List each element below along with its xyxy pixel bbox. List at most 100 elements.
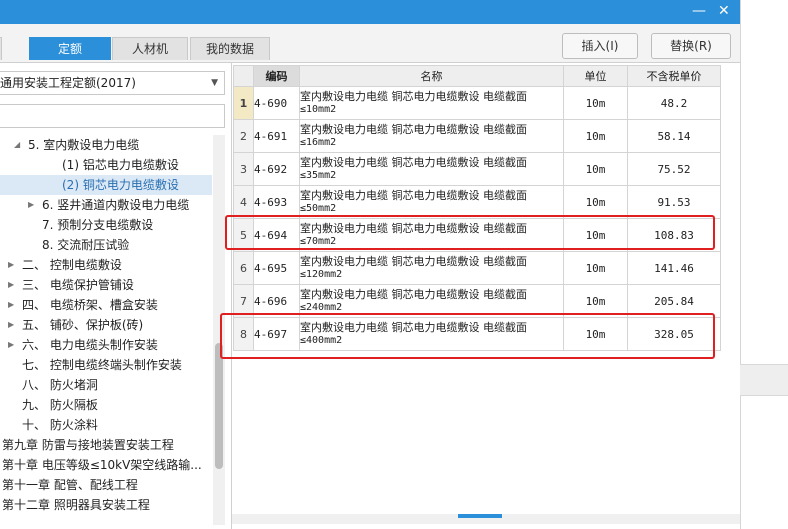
price-cell[interactable]: 58.14 xyxy=(627,119,721,153)
column-header-price[interactable]: 不含税单价 xyxy=(627,65,721,87)
tree-node[interactable]: 九、 防火隔板 xyxy=(0,395,212,415)
unit-cell[interactable]: 10m xyxy=(563,119,628,153)
horizontal-scrollbar[interactable] xyxy=(232,514,740,524)
tree-node[interactable]: ▶ 五、 铺砂、保护板(砖) xyxy=(0,315,212,335)
library-select-value: 通用安装工程定额(2017) xyxy=(0,76,136,90)
column-header-code[interactable]: 编码 xyxy=(253,65,300,87)
background-panel xyxy=(740,0,788,529)
tree-node[interactable]: ▶ 六、 电力电缆头制作安装 xyxy=(0,335,212,355)
tree-node[interactable]: 八、 防火堵洞 xyxy=(0,375,212,395)
replace-button[interactable]: 替换(R) xyxy=(651,33,731,59)
tree-node-label: 第九章 防雷与接地装置安装工程 xyxy=(2,438,174,452)
tree-node-label: 八、 防火堵洞 xyxy=(22,378,98,392)
tab-my-data[interactable]: 我的数据 xyxy=(190,37,270,60)
tree-node[interactable]: 七、 控制电缆终端头制作安装 xyxy=(0,355,212,375)
search-input[interactable] xyxy=(0,104,225,128)
tree-node[interactable]: (2) 铜芯电力电缆敷设 xyxy=(0,175,212,195)
tree-collapse-icon[interactable]: ◢ xyxy=(14,135,20,155)
name-cell[interactable]: 室内敷设电力电缆 铜芯电力电缆敷设 电缆截面 ≤16mm2 xyxy=(299,119,564,153)
code-cell[interactable]: 4-690 xyxy=(253,86,300,120)
unit-cell[interactable]: 10m xyxy=(563,185,628,219)
name-cell[interactable]: 室内敷设电力电缆 铜芯电力电缆敷设 电缆截面 ≤10mm2 xyxy=(299,86,564,120)
tree-node[interactable]: 第十章 电压等级≤10kV架空线路输... xyxy=(0,455,212,475)
price-cell[interactable]: 91.53 xyxy=(627,185,721,219)
code-cell[interactable]: 4-693 xyxy=(253,185,300,219)
tree-node-label: 二、 控制电缆敷设 xyxy=(22,258,122,272)
tree-node[interactable]: 第十二章 照明器具安装工程 xyxy=(0,495,212,515)
highlight-box-row-8 xyxy=(220,313,715,359)
close-icon[interactable]: ✕ xyxy=(718,3,730,19)
unit-cell[interactable]: 10m xyxy=(563,251,628,285)
tree-node-label: 7. 预制分支电缆敷设 xyxy=(42,218,154,232)
quota-library-panel: 通用安装工程定额(2017) ▼ ◢ 5. 室内敷设电力电缆 (1) 铝芯电力电缆敷… xyxy=(0,63,232,529)
tree-node-label: (1) 铝芯电力电缆敷设 xyxy=(62,158,179,172)
column-header-name[interactable]: 名称 xyxy=(299,65,564,87)
price-cell[interactable]: 141.46 xyxy=(627,251,721,285)
unit-cell[interactable]: 10m xyxy=(563,86,628,120)
chapter-tree: ◢ 5. 室内敷设电力电缆 (1) 铝芯电力电缆敷设 (2) 铜芯电力电缆敷设 ▶ 6. … xyxy=(0,135,212,525)
insert-button[interactable]: 插入(I) xyxy=(562,33,638,59)
name-cell[interactable]: 室内敷设电力电缆 铜芯电力电缆敷设 电缆截面 ≤50mm2 xyxy=(299,185,564,219)
code-cell[interactable]: 4-691 xyxy=(253,119,300,153)
tree-node[interactable]: ▶ 四、 电缆桥架、槽盒安装 xyxy=(0,295,212,315)
row-number[interactable]: 1 xyxy=(233,86,254,120)
tree-node[interactable]: 7. 预制分支电缆敷设 xyxy=(0,215,212,235)
tree-node[interactable]: 8. 交流耐压试验 xyxy=(0,235,212,255)
tree-expand-icon[interactable]: ▶ xyxy=(8,295,14,315)
tree-expand-icon[interactable]: ▶ xyxy=(28,195,34,215)
tree-node[interactable]: 十、 防火涂料 xyxy=(0,415,212,435)
tree-node[interactable]: ▶ 6. 竖井通道内敷设电力电缆 xyxy=(0,195,212,215)
chevron-down-icon[interactable]: ▼ xyxy=(211,72,218,94)
tree-node-label: 6. 竖井通道内敷设电力电缆 xyxy=(42,198,190,212)
scroll-indicator[interactable] xyxy=(458,514,502,518)
tree-node[interactable]: ▶ 三、 电缆保护管铺设 xyxy=(0,275,212,295)
tree-expand-icon[interactable]: ▶ xyxy=(8,275,14,295)
tree-node-label: 三、 电缆保护管铺设 xyxy=(22,278,134,292)
row-number[interactable]: 6 xyxy=(233,251,254,285)
price-cell[interactable]: 75.52 xyxy=(627,152,721,186)
tab-quota[interactable]: 定额 xyxy=(29,37,111,60)
tree-node-label: 五、 铺砂、保护板(砖) xyxy=(22,318,144,332)
tree-node-label: 8. 交流耐压试验 xyxy=(42,238,130,252)
table-row[interactable]: 1 4-690 室内敷设电力电缆 铜芯电力电缆敷设 电缆截面 ≤10mm2 10m 48.… xyxy=(233,86,721,120)
tree-node-label: (2) 铜芯电力电缆敷设 xyxy=(62,178,179,192)
minimize-icon[interactable]: — xyxy=(692,3,706,19)
table-header: 编码 名称 单位 不含税单价 xyxy=(233,65,721,87)
column-header-unit[interactable]: 单位 xyxy=(563,65,628,87)
tree-node-label: 第十二章 照明器具安装工程 xyxy=(2,498,150,512)
table-row[interactable]: 2 4-691 室内敷设电力电缆 铜芯电力电缆敷设 电缆截面 ≤16mm2 10m 58.… xyxy=(233,119,721,153)
tree-node[interactable]: ▶ 二、 控制电缆敷设 xyxy=(0,255,212,275)
row-number[interactable]: 2 xyxy=(233,119,254,153)
table-row[interactable]: 6 4-695 室内敷设电力电缆 铜芯电力电缆敷设 电缆截面 ≤120mm2 10m 14… xyxy=(233,251,721,285)
tree-node-label: 七、 控制电缆终端头制作安装 xyxy=(22,358,182,372)
name-cell[interactable]: 室内敷设电力电缆 铜芯电力电缆敷设 电缆截面 ≤35mm2 xyxy=(299,152,564,186)
row-number[interactable]: 4 xyxy=(233,185,254,219)
tree-node[interactable]: 第九章 防雷与接地装置安装工程 xyxy=(0,435,212,455)
name-text: 室内敷设电力电缆 铜芯电力电缆敷设 电缆截面 xyxy=(300,90,527,103)
library-select[interactable]: 通用安装工程定额(2017) ▼ xyxy=(0,71,225,95)
row-number[interactable]: 3 xyxy=(233,152,254,186)
table-row[interactable]: 3 4-692 室内敷设电力电缆 铜芯电力电缆敷设 电缆截面 ≤35mm2 10m 75.… xyxy=(233,152,721,186)
tree-expand-icon[interactable]: ▶ xyxy=(8,255,14,275)
tree-node[interactable]: ◢ 5. 室内敷设电力电缆 xyxy=(0,135,212,155)
name-spec: ≤50mm2 xyxy=(300,203,337,214)
tree-expand-icon[interactable]: ▶ xyxy=(8,335,14,355)
quota-grid: 编码 名称 单位 不含税单价 1 4-690 室内敷设电力电缆 铜芯电力电缆敷设 电… xyxy=(220,63,740,529)
corner-cell xyxy=(233,65,254,87)
unit-cell[interactable]: 10m xyxy=(563,152,628,186)
code-cell[interactable]: 4-692 xyxy=(253,152,300,186)
tree-node-label: 九、 防火隔板 xyxy=(22,398,98,412)
scrollbar-thumb[interactable] xyxy=(215,343,223,469)
tree-node-label: 第十章 电压等级≤10kV架空线路输... xyxy=(2,458,202,472)
price-cell[interactable]: 48.2 xyxy=(627,86,721,120)
tree-expand-icon[interactable]: ▶ xyxy=(8,315,14,335)
panel-divider xyxy=(740,0,741,529)
tree-node-label: 四、 电缆桥架、槽盒安装 xyxy=(22,298,158,312)
table-row[interactable]: 4 4-693 室内敷设电力电缆 铜芯电力电缆敷设 电缆截面 ≤50mm2 10m 91.… xyxy=(233,185,721,219)
name-cell[interactable]: 室内敷设电力电缆 铜芯电力电缆敷设 电缆截面 ≤120mm2 xyxy=(299,251,564,285)
tree-node[interactable]: (1) 铝芯电力电缆敷设 xyxy=(0,155,212,175)
tab-hidden[interactable] xyxy=(0,37,2,60)
tab-labor-material[interactable]: 人材机 xyxy=(112,37,188,60)
tree-node[interactable]: 第十一章 配管、配线工程 xyxy=(0,475,212,495)
code-cell[interactable]: 4-695 xyxy=(253,251,300,285)
